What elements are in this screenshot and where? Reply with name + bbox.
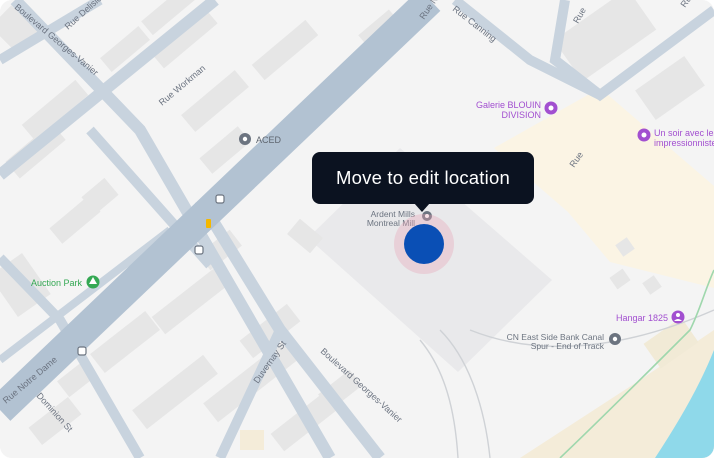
poi-label-line2: DIVISION <box>501 110 541 120</box>
tooltip-text: Move to edit location <box>336 167 510 188</box>
poi-auction-park[interactable]: Auction Park <box>31 275 100 289</box>
poi-label: ACED <box>256 135 282 145</box>
poi-label-line2: Spur - End of Track <box>531 341 605 351</box>
poi-label-line2: impressionnistes <box>654 138 714 148</box>
poi-label: Un soir avec les <box>654 128 714 138</box>
location-marker[interactable] <box>404 224 444 264</box>
poi-hangar-1825[interactable]: Hangar 1825 <box>616 310 685 324</box>
map-view[interactable]: Boulevard Georges-Vanier Rue Delisle Rue… <box>0 0 714 458</box>
poi-aced[interactable]: ACED <box>239 133 282 145</box>
edit-location-tooltip: Move to edit location <box>312 152 534 204</box>
tooltip-arrow <box>414 203 430 212</box>
poi-label: Galerie BLOUIN <box>476 100 541 110</box>
poi-label: Hangar 1825 <box>616 313 668 323</box>
map-canvas: Boulevard Georges-Vanier Rue Delisle Rue… <box>0 0 714 458</box>
poi-label: Auction Park <box>31 278 83 288</box>
